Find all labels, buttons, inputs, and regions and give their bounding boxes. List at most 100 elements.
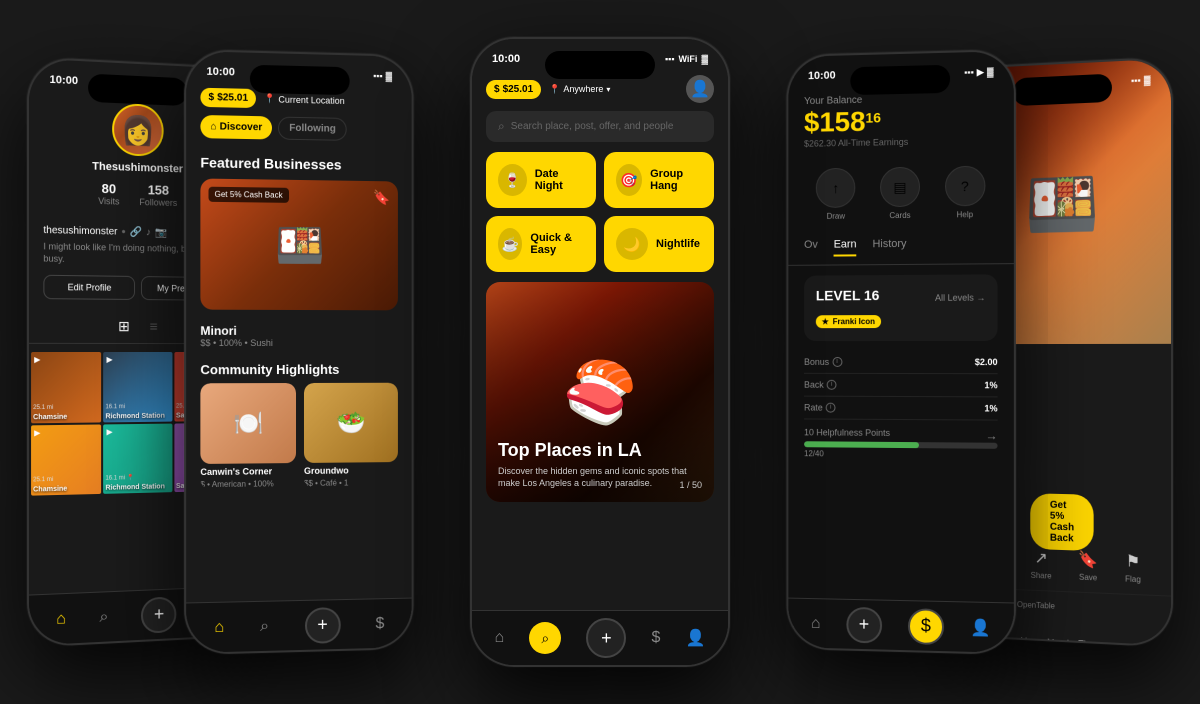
save-action[interactable]: 🔖 Save — [1078, 550, 1098, 583]
date-night-label: Date Night — [535, 168, 584, 192]
list-view-icon[interactable]: ≡ — [150, 318, 158, 335]
info-icon: i — [832, 357, 842, 367]
draw-action[interactable]: ↑ Draw — [816, 168, 855, 221]
draw-icon: ↑ — [816, 168, 855, 208]
tab-overview[interactable]: Ov — [804, 239, 818, 257]
profile-nav-4[interactable]: 👤 — [970, 617, 990, 638]
nightlife-label: Nightlife — [656, 238, 700, 250]
cashback-badge: Get 5% Cash Back — [208, 187, 288, 203]
restaurant-meta: $$ • 100% • Sushi — [200, 338, 398, 348]
featured-info: Minori $$ • 100% • Sushi — [186, 318, 411, 354]
community-meta-2: $$ • Café • 1 — [304, 478, 398, 488]
progress-fill — [804, 441, 919, 448]
search-nav-icon[interactable]: ⌕ — [99, 608, 108, 627]
wallet-nav-2[interactable]: $ — [376, 615, 385, 633]
search-icon: ⌕ — [498, 119, 505, 134]
add-button-4[interactable]: + — [846, 606, 882, 643]
community-item[interactable]: 🍽️ Canwin's Corner $ • American • 100% — [200, 383, 296, 489]
location-icon-3: 📍 — [549, 84, 560, 95]
wallet-button-4[interactable]: $ — [908, 608, 944, 645]
category-nightlife[interactable]: 🌙 Nightlife — [604, 216, 714, 272]
featured-card[interactable]: 🍱 Get 5% Cash Back 🔖 — [200, 179, 398, 311]
dynamic-island-3 — [545, 51, 655, 79]
photo-item[interactable]: ▶ Chamsine 25.1 mi — [31, 424, 101, 496]
time-2: 10:00 — [206, 66, 234, 79]
wallet-cents: 16 — [865, 109, 880, 125]
restaurant-name: Minori — [200, 324, 398, 338]
photo-item[interactable]: ▶ Richmond Station 16.1 mi — [103, 352, 172, 422]
time-4: 10:00 — [808, 70, 836, 83]
tab-following[interactable]: Following — [278, 117, 346, 141]
tab-earn[interactable]: Earn — [834, 238, 857, 256]
wifi-icon-3: WiFi — [679, 54, 698, 64]
main-location: 📍 Anywhere ▾ — [549, 84, 678, 95]
battery-icon-4: ▓ — [987, 67, 994, 77]
community-photo-1: 🍽️ — [200, 383, 296, 464]
group-hang-label: Group Hang — [650, 168, 702, 192]
cashback-value: 1% — [984, 380, 997, 390]
wallet-dollar: $ — [804, 109, 819, 137]
play-icon: ▶ — [34, 355, 40, 364]
followers-stat: 158 Followers — [139, 182, 177, 208]
battery-icon-3: ▓ — [701, 54, 708, 64]
add-button[interactable]: + — [141, 596, 176, 634]
cards-action[interactable]: ▤ Cards — [880, 167, 920, 221]
search-nav-2[interactable]: ⌕ — [260, 617, 269, 635]
help-points-label: 10 Helpfulness Points — [804, 427, 890, 438]
food-icon: 🍱 — [1025, 167, 1099, 240]
balance-amount: $25.01 — [217, 92, 248, 104]
add-button-2[interactable]: + — [305, 607, 341, 644]
tab-discover-label: Discover — [220, 121, 263, 133]
search-bar[interactable]: ⌕ Search place, post, offer, and people — [486, 111, 714, 142]
community-label-2: Groundwo — [304, 462, 398, 479]
home-nav-3[interactable]: ⌂ — [495, 629, 505, 647]
phone-discover: 10:00 ▪▪▪ ▓ $ $25.01 📍 Current Location — [184, 49, 413, 655]
home-tab-icon: ⌂ — [211, 121, 217, 132]
photo-item[interactable]: ▶ Chamsine 25.1 mi — [31, 352, 101, 423]
bonus-label: Bonus i — [804, 357, 842, 367]
grid-view-icon[interactable]: ⊞ — [118, 318, 130, 335]
cards-icon: ▤ — [880, 167, 920, 208]
home-nav-2[interactable]: ⌂ — [214, 618, 224, 636]
time-3: 10:00 — [492, 53, 520, 65]
category-quick-easy[interactable]: ☕ Quick & Easy — [486, 216, 596, 272]
wallet-nav-3[interactable]: $ — [652, 629, 661, 647]
reward-row-rate: Rate i 1% — [804, 397, 998, 421]
flag-action[interactable]: ⚑ Flag — [1125, 551, 1141, 584]
category-date-night[interactable]: 🍷 Date Night — [486, 152, 596, 208]
signal-icon-5: ▪▪▪ — [1131, 75, 1141, 86]
edit-profile-button[interactable]: Edit Profile — [43, 275, 135, 300]
wallet-actions: ↑ Draw ▤ Cards ? Help — [788, 155, 1013, 231]
home-nav-icon[interactable]: ⌂ — [56, 610, 66, 629]
cashback-pill[interactable]: Get 5% Cash Back — [1030, 493, 1094, 551]
wallet-amount-main: 158 — [819, 108, 865, 137]
tab-home[interactable]: ⌂ Discover — [200, 115, 272, 140]
category-group-hang[interactable]: 🎯 Group Hang — [604, 152, 714, 208]
search-nav-3[interactable]: ⌕ — [529, 622, 561, 654]
bookmark-icon[interactable]: 🔖 — [373, 189, 390, 206]
dollar-icon-3: $ — [494, 84, 500, 95]
read-more-link[interactable]: more — [1121, 642, 1139, 646]
save-icon: 🔖 — [1078, 550, 1098, 571]
signal-icon-2: ▪▪▪ — [373, 71, 382, 81]
reward-rows: Bonus i $2.00 Back i 1% Rate i 1% — [804, 351, 998, 421]
user-avatar-3[interactable]: 👤 — [686, 75, 714, 103]
community-item-2[interactable]: 🥗 Groundwo $$ • Café • 1 — [304, 383, 398, 488]
balance-badge: $ $25.01 — [200, 88, 256, 108]
star-icon: ★ — [822, 317, 829, 326]
community-photo-2: 🥗 — [304, 383, 398, 463]
info-icon-2: i — [827, 380, 837, 390]
time-1: 10:00 — [50, 74, 79, 88]
all-levels-link[interactable]: All Levels → — [935, 293, 985, 303]
cards-label: Cards — [889, 211, 910, 220]
home-nav-4[interactable]: ⌂ — [811, 614, 821, 632]
hero-card[interactable]: 🍣 Top Places in LA Discover the hidden g… — [486, 282, 714, 502]
profile-nav-3[interactable]: 👤 — [686, 628, 706, 648]
phone-wallet: 10:00 ▪▪▪ ▶ ▓ Your Balance $ 158 16 $262… — [786, 49, 1015, 655]
community-grid: 🍽️ Canwin's Corner $ • American • 100% 🥗… — [186, 383, 411, 490]
add-button-3[interactable]: + — [586, 618, 626, 658]
tab-history[interactable]: History — [872, 238, 906, 256]
help-action[interactable]: ? Help — [945, 166, 985, 220]
share-action[interactable]: ↗ Share — [1031, 548, 1052, 581]
photo-item[interactable]: ▶ Richmond Station 16.1 mi 📍 — [103, 423, 172, 494]
